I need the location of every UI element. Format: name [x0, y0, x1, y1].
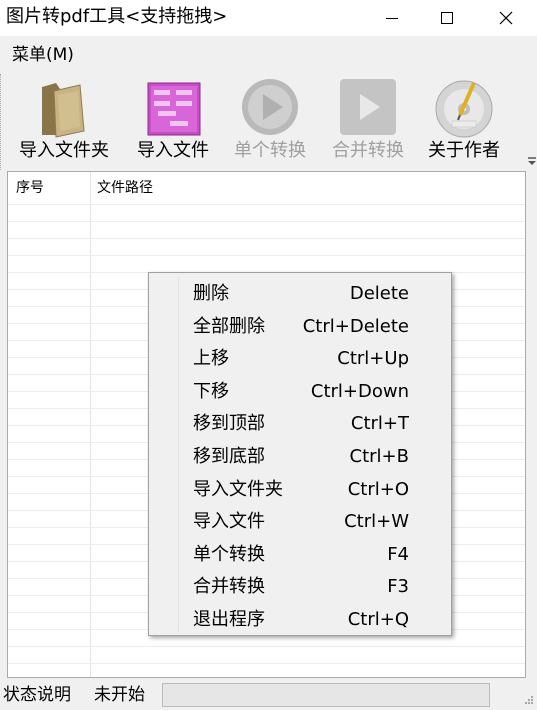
context-menu-item[interactable]: 退出程序 Ctrl+Q [149, 604, 451, 636]
context-menu-item-label: 全部删除 [193, 315, 265, 337]
list-header: 序号 文件路径 [8, 172, 525, 204]
context-menu-item-label: 单个转换 [193, 543, 265, 565]
context-menu-item-shortcut: Ctrl+B [349, 446, 409, 467]
row-gridline [8, 204, 525, 205]
import-file-button[interactable]: 导入文件 [127, 74, 219, 170]
about-author-label: 关于作者 [428, 140, 500, 161]
context-menu-item[interactable]: 单个转换 F4 [149, 539, 451, 571]
status-bar: 状态说明 未开始 [0, 680, 537, 710]
status-value: 未开始 [94, 685, 145, 705]
maximize-button[interactable] [418, 0, 476, 36]
context-menu-item[interactable]: 导入文件夹 Ctrl+O [149, 474, 451, 506]
maximize-icon [441, 12, 453, 24]
context-menu-item[interactable]: 下移 Ctrl+Down [149, 376, 451, 408]
import-folder-button[interactable]: 导入文件夹 [9, 74, 119, 170]
context-menu-item-shortcut: Ctrl+Down [310, 380, 409, 402]
context-menu-item-shortcut: Ctrl+Delete [302, 315, 409, 337]
context-menu-item[interactable]: 导入文件 Ctrl+W [149, 506, 451, 538]
merge-convert-button[interactable]: 合并转换 [323, 74, 413, 170]
close-icon [499, 11, 513, 25]
image-files-icon [147, 82, 201, 136]
context-menu-item-label: 删除 [193, 283, 229, 304]
context-menu-item-label: 下移 [193, 380, 229, 402]
resize-grip-icon[interactable] [520, 693, 534, 707]
column-header-index[interactable]: 序号 [16, 179, 44, 197]
window-title: 图片转pdf工具<支持拖拽> [6, 6, 228, 27]
context-menu-item[interactable]: 全部删除 Ctrl+Delete [149, 311, 451, 343]
context-menu-item-shortcut: Ctrl+W [344, 511, 409, 533]
context-menu-item[interactable]: 上移 Ctrl+Up [149, 343, 451, 375]
row-gridline [8, 221, 525, 222]
context-menu-item-label: 导入文件 [193, 511, 265, 533]
folder-icon [42, 83, 85, 138]
context-menu: 删除 Delete 全部删除 Ctrl+Delete 上移 Ctrl+Up 下移 Ctrl+D… [148, 272, 452, 636]
context-menu-item-label: 合并转换 [193, 576, 265, 598]
context-menu-item-label: 导入文件夹 [193, 478, 283, 500]
context-menu-item-label: 退出程序 [193, 609, 265, 630]
context-menu-item-shortcut: Ctrl+Q [347, 609, 409, 630]
context-menu-item[interactable]: 删除 Delete [149, 278, 451, 310]
toolbar-overflow-icon[interactable] [526, 154, 537, 168]
minimize-icon [386, 18, 398, 19]
title-bar: 图片转pdf工具<支持拖拽> [0, 0, 537, 36]
menu-main[interactable]: 菜单(M) [12, 45, 74, 65]
context-menu-item-shortcut: Delete [349, 283, 409, 304]
import-folder-label: 导入文件夹 [19, 140, 109, 161]
context-menu-item[interactable]: 移到底部 Ctrl+B [149, 441, 451, 473]
play-square-icon [340, 79, 396, 135]
context-menu-item-shortcut: F3 [387, 576, 409, 598]
about-author-button[interactable]: 关于作者 [419, 74, 509, 170]
close-button[interactable] [477, 0, 535, 36]
play-circle-icon [242, 79, 298, 135]
status-caption: 状态说明 [3, 685, 71, 705]
row-gridline [8, 663, 525, 664]
row-gridline [8, 255, 525, 256]
context-menu-item[interactable]: 合并转换 F3 [149, 571, 451, 603]
context-menu-item-shortcut: Ctrl+Up [337, 348, 409, 370]
context-menu-item-label: 移到顶部 [193, 413, 265, 435]
row-gridline [8, 646, 525, 647]
context-menu-item-shortcut: Ctrl+T [350, 413, 409, 435]
column-header-path[interactable]: 文件路径 [97, 179, 153, 197]
progress-bar [162, 683, 490, 707]
context-menu-item-shortcut: Ctrl+O [347, 478, 409, 500]
context-menu-item-label: 上移 [193, 348, 229, 370]
context-menu-item-shortcut: F4 [387, 543, 409, 565]
merge-convert-label: 合并转换 [332, 140, 404, 161]
context-menu-item-label: 移到底部 [193, 446, 265, 467]
menu-bar: 菜单(M) [0, 36, 537, 74]
context-menu-item[interactable]: 移到顶部 Ctrl+T [149, 408, 451, 440]
writer-disc-icon [435, 80, 493, 138]
minimize-button[interactable] [363, 0, 421, 36]
import-file-label: 导入文件 [137, 140, 209, 161]
toolbar: 导入文件夹 导入文件 单个转换 合并转换 关于作者 [0, 74, 537, 170]
single-convert-button[interactable]: 单个转换 [225, 74, 315, 170]
single-convert-label: 单个转换 [234, 140, 306, 161]
row-gridline [8, 238, 525, 239]
